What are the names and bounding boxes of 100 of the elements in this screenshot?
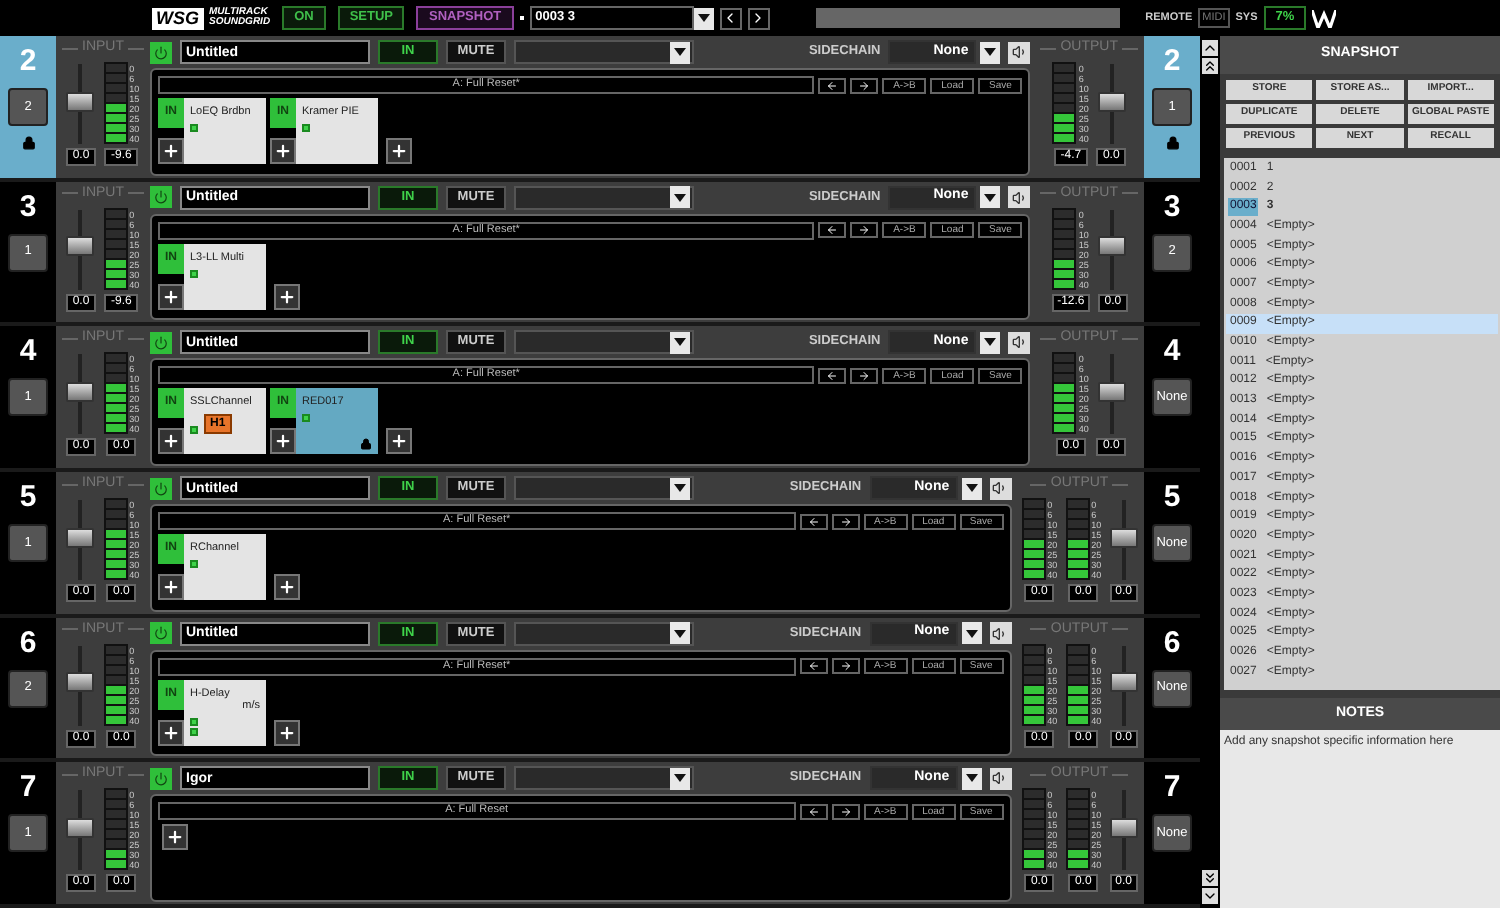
speaker-button[interactable] [1008, 331, 1031, 354]
add-plugin-button[interactable] [386, 138, 412, 164]
right-arrow-icon [839, 515, 852, 528]
scroll-up-icon[interactable] [1202, 40, 1218, 56]
plus-icon [162, 432, 180, 451]
dropdown-caret-icon[interactable] [961, 477, 982, 500]
add-plugin-button[interactable] [162, 824, 188, 851]
next-snapshot-button[interactable] [747, 7, 770, 29]
power-icon [154, 481, 168, 496]
fader-handle[interactable] [66, 817, 95, 838]
left-arrow-icon [807, 515, 820, 528]
dropdown-caret-icon[interactable] [670, 41, 690, 63]
fader-handle[interactable] [1109, 817, 1138, 838]
add-button[interactable] [158, 138, 184, 164]
power-button[interactable] [150, 41, 172, 63]
dropdown-field[interactable] [514, 766, 694, 791]
add-button[interactable] [270, 138, 296, 164]
channel-number: 4 [19, 334, 37, 369]
previous-preset-button[interactable] [818, 222, 847, 239]
add-button[interactable] [158, 283, 184, 310]
speaker-icon [992, 770, 1009, 787]
channel-number: 5 [19, 480, 37, 515]
plus-icon [278, 287, 296, 306]
fader-handle[interactable] [1098, 236, 1127, 257]
power-icon [154, 771, 168, 786]
dropdown-caret-icon[interactable] [670, 186, 690, 209]
power-button[interactable] [150, 767, 172, 790]
power-button[interactable] [150, 186, 172, 209]
speaker-button[interactable] [1008, 186, 1031, 209]
dropdown-caret-icon[interactable] [961, 767, 982, 790]
power-icon [154, 45, 168, 59]
scroll-bottom-icon[interactable] [1202, 870, 1218, 886]
speaker-button[interactable] [1008, 41, 1031, 63]
previous-preset-button[interactable] [799, 513, 828, 530]
add-plugin-button[interactable] [274, 283, 300, 310]
left-arrow-icon [826, 369, 839, 382]
plus-icon [278, 578, 296, 597]
speaker-icon [992, 480, 1009, 497]
fader-handle[interactable] [1097, 91, 1126, 111]
scroll-top-icon[interactable] [1202, 58, 1218, 74]
dropdown-field[interactable] [514, 185, 694, 210]
next-preset-button[interactable] [831, 658, 860, 675]
plus-icon [162, 578, 180, 597]
speaker-button[interactable] [989, 477, 1012, 500]
scroll-down-icon[interactable] [1202, 888, 1218, 904]
previous-preset-button[interactable] [799, 803, 828, 820]
fader-handle[interactable] [66, 527, 95, 548]
dropdown-caret-icon[interactable] [980, 41, 1001, 63]
dropdown-caret-icon[interactable] [670, 767, 690, 790]
fader-handle[interactable] [1097, 381, 1126, 402]
plus-icon [274, 432, 292, 451]
speaker-button[interactable] [989, 767, 1012, 790]
power-button[interactable] [150, 477, 172, 500]
dropdown-caret-icon[interactable] [670, 622, 690, 645]
dropdown-field[interactable] [514, 330, 694, 355]
power-button[interactable] [150, 331, 172, 354]
fader-handle[interactable] [66, 672, 95, 693]
dropdown-caret-icon[interactable] [693, 7, 714, 29]
fader-handle[interactable] [1109, 672, 1138, 693]
left-arrow-icon [826, 224, 839, 237]
add-plugin-button[interactable] [386, 428, 412, 455]
dropdown-field[interactable] [514, 476, 694, 501]
channel-number: 2 [1163, 44, 1181, 78]
plus-icon [274, 142, 292, 160]
add-button[interactable] [158, 428, 184, 455]
add-plugin-button[interactable] [274, 574, 300, 601]
channel-number: 2 [19, 44, 37, 78]
fader-handle[interactable] [66, 91, 95, 111]
dropdown-caret-icon[interactable] [980, 331, 1001, 354]
add-button[interactable] [270, 428, 296, 455]
next-preset-button[interactable] [850, 367, 879, 384]
previous-preset-button[interactable] [818, 77, 847, 93]
previous-preset-button[interactable] [799, 658, 828, 675]
dropdown-caret-icon[interactable] [670, 331, 690, 354]
fader-handle[interactable] [1109, 527, 1138, 548]
speaker-icon [1011, 189, 1028, 206]
channel-number: 7 [1163, 770, 1181, 805]
fader-handle[interactable] [66, 236, 95, 257]
next-preset-button[interactable] [850, 222, 879, 239]
plus-icon [166, 828, 184, 847]
dropdown-caret-icon[interactable] [980, 186, 1001, 209]
next-preset-button[interactable] [850, 77, 879, 93]
fader-handle[interactable] [66, 381, 95, 402]
plus-icon [390, 432, 408, 451]
dropdown-caret-icon[interactable] [961, 622, 982, 645]
next-preset-button[interactable] [831, 513, 860, 530]
speaker-icon [992, 625, 1009, 642]
next-preset-button[interactable] [831, 803, 860, 820]
speaker-button[interactable] [989, 622, 1012, 645]
power-button[interactable] [150, 622, 172, 645]
previous-snapshot-button[interactable] [719, 7, 742, 29]
add-button[interactable] [158, 574, 184, 601]
dropdown-caret-icon[interactable] [670, 477, 690, 500]
dropdown-field[interactable] [514, 40, 694, 64]
plus-icon [390, 142, 408, 160]
add-plugin-button[interactable] [274, 719, 300, 746]
plus-icon [162, 287, 180, 306]
dropdown-field[interactable] [514, 621, 694, 646]
previous-preset-button[interactable] [818, 367, 847, 384]
add-button[interactable] [158, 719, 184, 746]
